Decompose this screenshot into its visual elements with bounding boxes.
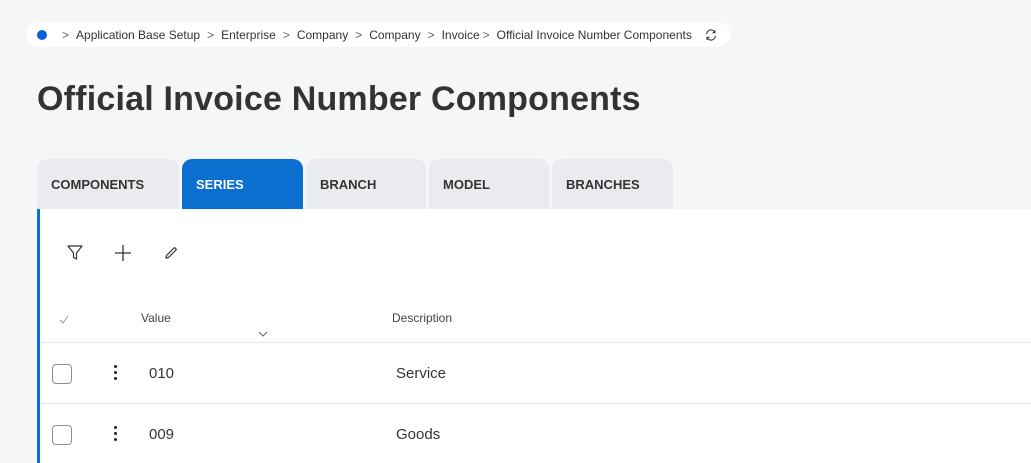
row-checkbox[interactable]	[52, 364, 72, 384]
cell-description: Goods	[396, 426, 441, 443]
breadcrumb-item-invoice[interactable]: Invoice	[442, 28, 480, 42]
breadcrumb-separator: >	[482, 27, 490, 42]
add-icon[interactable]	[112, 242, 134, 264]
breadcrumb-item-application-base-setup[interactable]: Application Base Setup	[76, 28, 200, 42]
table-header: Value Description	[40, 299, 1031, 343]
refresh-icon[interactable]	[704, 28, 718, 42]
breadcrumb-separator: >	[355, 27, 363, 42]
page-title: Official Invoice Number Components	[37, 80, 641, 118]
breadcrumb-item-company[interactable]: Company	[297, 28, 348, 42]
row-checkbox[interactable]	[52, 425, 72, 445]
breadcrumb-item-enterprise[interactable]: Enterprise	[221, 28, 276, 42]
tab-series[interactable]: SERIES	[182, 159, 303, 209]
breadcrumb: > Application Base Setup > Enterprise > …	[27, 22, 730, 47]
home-icon[interactable]	[37, 29, 47, 40]
breadcrumb-separator: >	[282, 27, 290, 42]
tab-branches[interactable]: BRANCHES	[552, 159, 673, 209]
filter-icon[interactable]	[64, 242, 86, 264]
breadcrumb-item-current: Official Invoice Number Components	[496, 27, 692, 42]
cell-description: Service	[396, 365, 447, 382]
table-row[interactable]: 009 Goods	[40, 404, 1031, 463]
more-vertical-icon[interactable]	[110, 363, 120, 383]
column-header-value[interactable]: Value	[141, 311, 171, 325]
chevron-down-icon[interactable]	[258, 327, 268, 341]
column-header-description[interactable]: Description	[392, 311, 452, 325]
tab-model[interactable]: MODEL	[429, 159, 549, 209]
breadcrumb-separator: >	[207, 27, 215, 42]
breadcrumb-separator: >	[62, 27, 70, 42]
series-panel: Value Description 010 Service 009 Goods	[37, 209, 1031, 463]
more-vertical-icon[interactable]	[110, 424, 120, 444]
table-toolbar	[64, 242, 182, 264]
table-row[interactable]: 010 Service	[40, 343, 1031, 404]
tab-components[interactable]: COMPONENTS	[37, 159, 179, 209]
cell-value: 010	[149, 365, 175, 382]
tab-branch[interactable]: BRANCH	[306, 159, 426, 209]
cell-value: 009	[149, 426, 175, 443]
breadcrumb-separator: >	[427, 27, 435, 42]
tab-bar: COMPONENTS SERIES BRANCH MODEL BRANCHES	[37, 159, 676, 209]
select-all-checkmark-icon[interactable]	[58, 313, 70, 328]
edit-icon[interactable]	[160, 242, 182, 264]
breadcrumb-item-company-2[interactable]: Company	[369, 28, 420, 42]
